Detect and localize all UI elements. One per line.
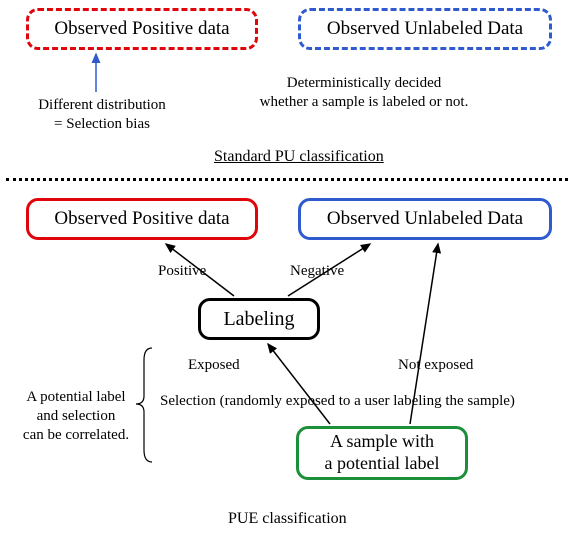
selection-text: Selection (randomly exposed to a user la… xyxy=(160,392,576,411)
sample-label-l2: a potential label xyxy=(325,453,440,473)
pue-title: PUE classification xyxy=(228,510,347,528)
potential-label-note: A potential label and selection can be c… xyxy=(6,388,146,444)
positive-edge-label: Positive xyxy=(158,262,206,281)
standard-pu-title: Standard PU classification xyxy=(214,148,384,166)
exposed-edge-label: Exposed xyxy=(188,356,240,375)
labeling-box: Labeling xyxy=(198,298,320,340)
sample-label: A sample with a potential label xyxy=(325,431,440,474)
selection-bias-note-l1: Different distribution xyxy=(38,97,166,113)
potential-label-note-l3: can be correlated. xyxy=(23,427,129,443)
not-exposed-edge-label: Not exposed xyxy=(398,356,473,375)
top-observed-positive-box: Observed Positive data xyxy=(26,8,258,50)
selection-bias-note-l2: = Selection bias xyxy=(54,116,150,132)
top-observed-positive-label: Observed Positive data xyxy=(54,18,229,40)
potential-label-note-l1: A potential label xyxy=(26,389,125,405)
top-observed-unlabeled-label: Observed Unlabeled Data xyxy=(327,18,523,40)
top-observed-unlabeled-box: Observed Unlabeled Data xyxy=(298,8,552,50)
bottom-observed-positive-label: Observed Positive data xyxy=(54,208,229,230)
arrow-sample-to-labeling xyxy=(268,344,330,424)
deterministic-note: Deterministically decided whether a samp… xyxy=(224,74,504,112)
potential-label-note-l2: and selection xyxy=(37,408,116,424)
sample-label-l1: A sample with xyxy=(330,431,434,451)
bottom-observed-positive-box: Observed Positive data xyxy=(26,198,258,240)
deterministic-note-l2: whether a sample is labeled or not. xyxy=(260,94,469,110)
deterministic-note-l1: Deterministically decided xyxy=(287,75,442,91)
sample-box: A sample with a potential label xyxy=(296,426,468,480)
bottom-observed-unlabeled-box: Observed Unlabeled Data xyxy=(298,198,552,240)
section-divider xyxy=(6,178,568,181)
negative-edge-label: Negative xyxy=(290,262,344,281)
selection-bias-note: Different distribution = Selection bias xyxy=(12,96,192,134)
labeling-label: Labeling xyxy=(223,308,294,331)
bottom-observed-unlabeled-label: Observed Unlabeled Data xyxy=(327,208,523,230)
